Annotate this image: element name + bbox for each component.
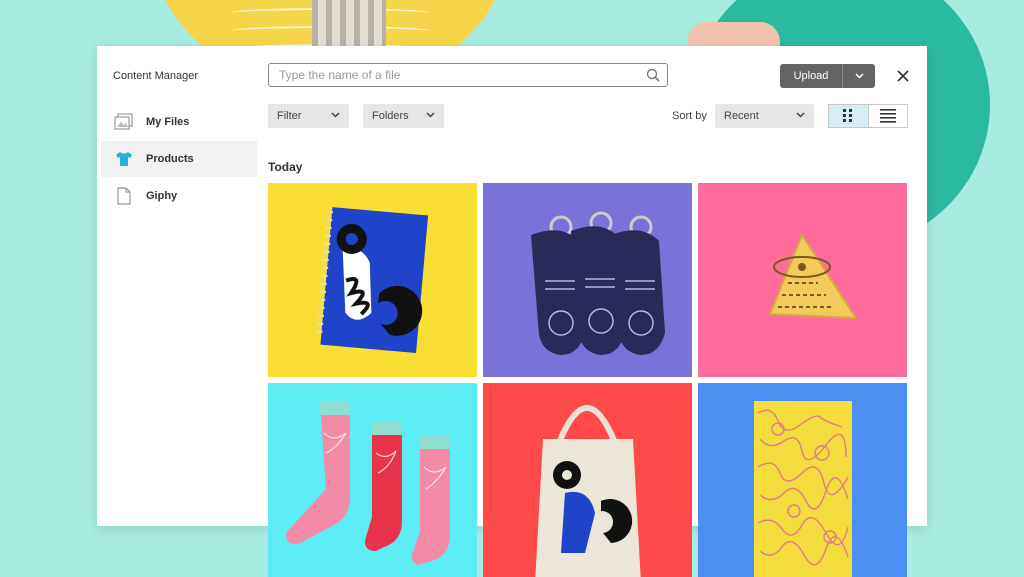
sidebar-item-giphy[interactable]: Giphy: [101, 178, 257, 214]
search-bar: [268, 63, 668, 87]
image-stack-icon: [114, 113, 134, 131]
grid-icon: [843, 109, 853, 122]
section-title: Today: [268, 160, 303, 174]
view-toggle: [828, 104, 908, 128]
chevron-down-icon: [426, 112, 435, 118]
upload-split-button: Upload: [780, 64, 875, 88]
search-icon[interactable]: [643, 65, 663, 85]
file-thumbnail-socks[interactable]: [268, 383, 477, 577]
sort-value: Recent: [724, 110, 759, 122]
tshirt-icon: [114, 150, 134, 168]
chevron-down-icon: [854, 73, 864, 79]
file-thumbnail-book[interactable]: [698, 383, 907, 577]
file-thumbnail-pin[interactable]: [698, 183, 907, 377]
file-thumbnail-tote-bag[interactable]: [483, 383, 692, 577]
grid-view-button[interactable]: [829, 105, 868, 127]
close-icon: [897, 70, 909, 82]
filter-dropdown[interactable]: Filter: [268, 104, 349, 128]
sidebar-item-label: My Files: [146, 116, 190, 128]
file-thumbnail-keychains[interactable]: [483, 183, 692, 377]
background-pillar: [312, 0, 386, 46]
chevron-down-icon: [331, 112, 340, 118]
sidebar-item-label: Products: [146, 153, 194, 165]
sort-dropdown[interactable]: Recent: [715, 104, 814, 128]
document-icon: [114, 187, 134, 205]
search-input[interactable]: [277, 67, 643, 83]
upload-dropdown-button[interactable]: [843, 64, 875, 88]
app-title: Content Manager: [113, 70, 198, 82]
sidebar-item-products[interactable]: Products: [101, 141, 257, 177]
list-view-button[interactable]: [867, 105, 908, 127]
filter-label: Filter: [277, 110, 302, 122]
list-icon: [879, 109, 896, 123]
sidebar-item-my-files[interactable]: My Files: [101, 104, 257, 140]
upload-button[interactable]: Upload: [780, 64, 843, 88]
content-manager-window: Content Manager My Files Products Giphy: [97, 46, 927, 577]
sort-by-label: Sort by: [672, 110, 707, 122]
folders-label: Folders: [372, 110, 409, 122]
close-button[interactable]: [892, 65, 914, 87]
chevron-down-icon: [796, 112, 805, 118]
folders-dropdown[interactable]: Folders: [363, 104, 444, 128]
sidebar: Content Manager My Files Products Giphy: [97, 46, 257, 526]
sidebar-item-label: Giphy: [146, 190, 178, 202]
file-thumbnail-notebook[interactable]: [268, 183, 477, 377]
